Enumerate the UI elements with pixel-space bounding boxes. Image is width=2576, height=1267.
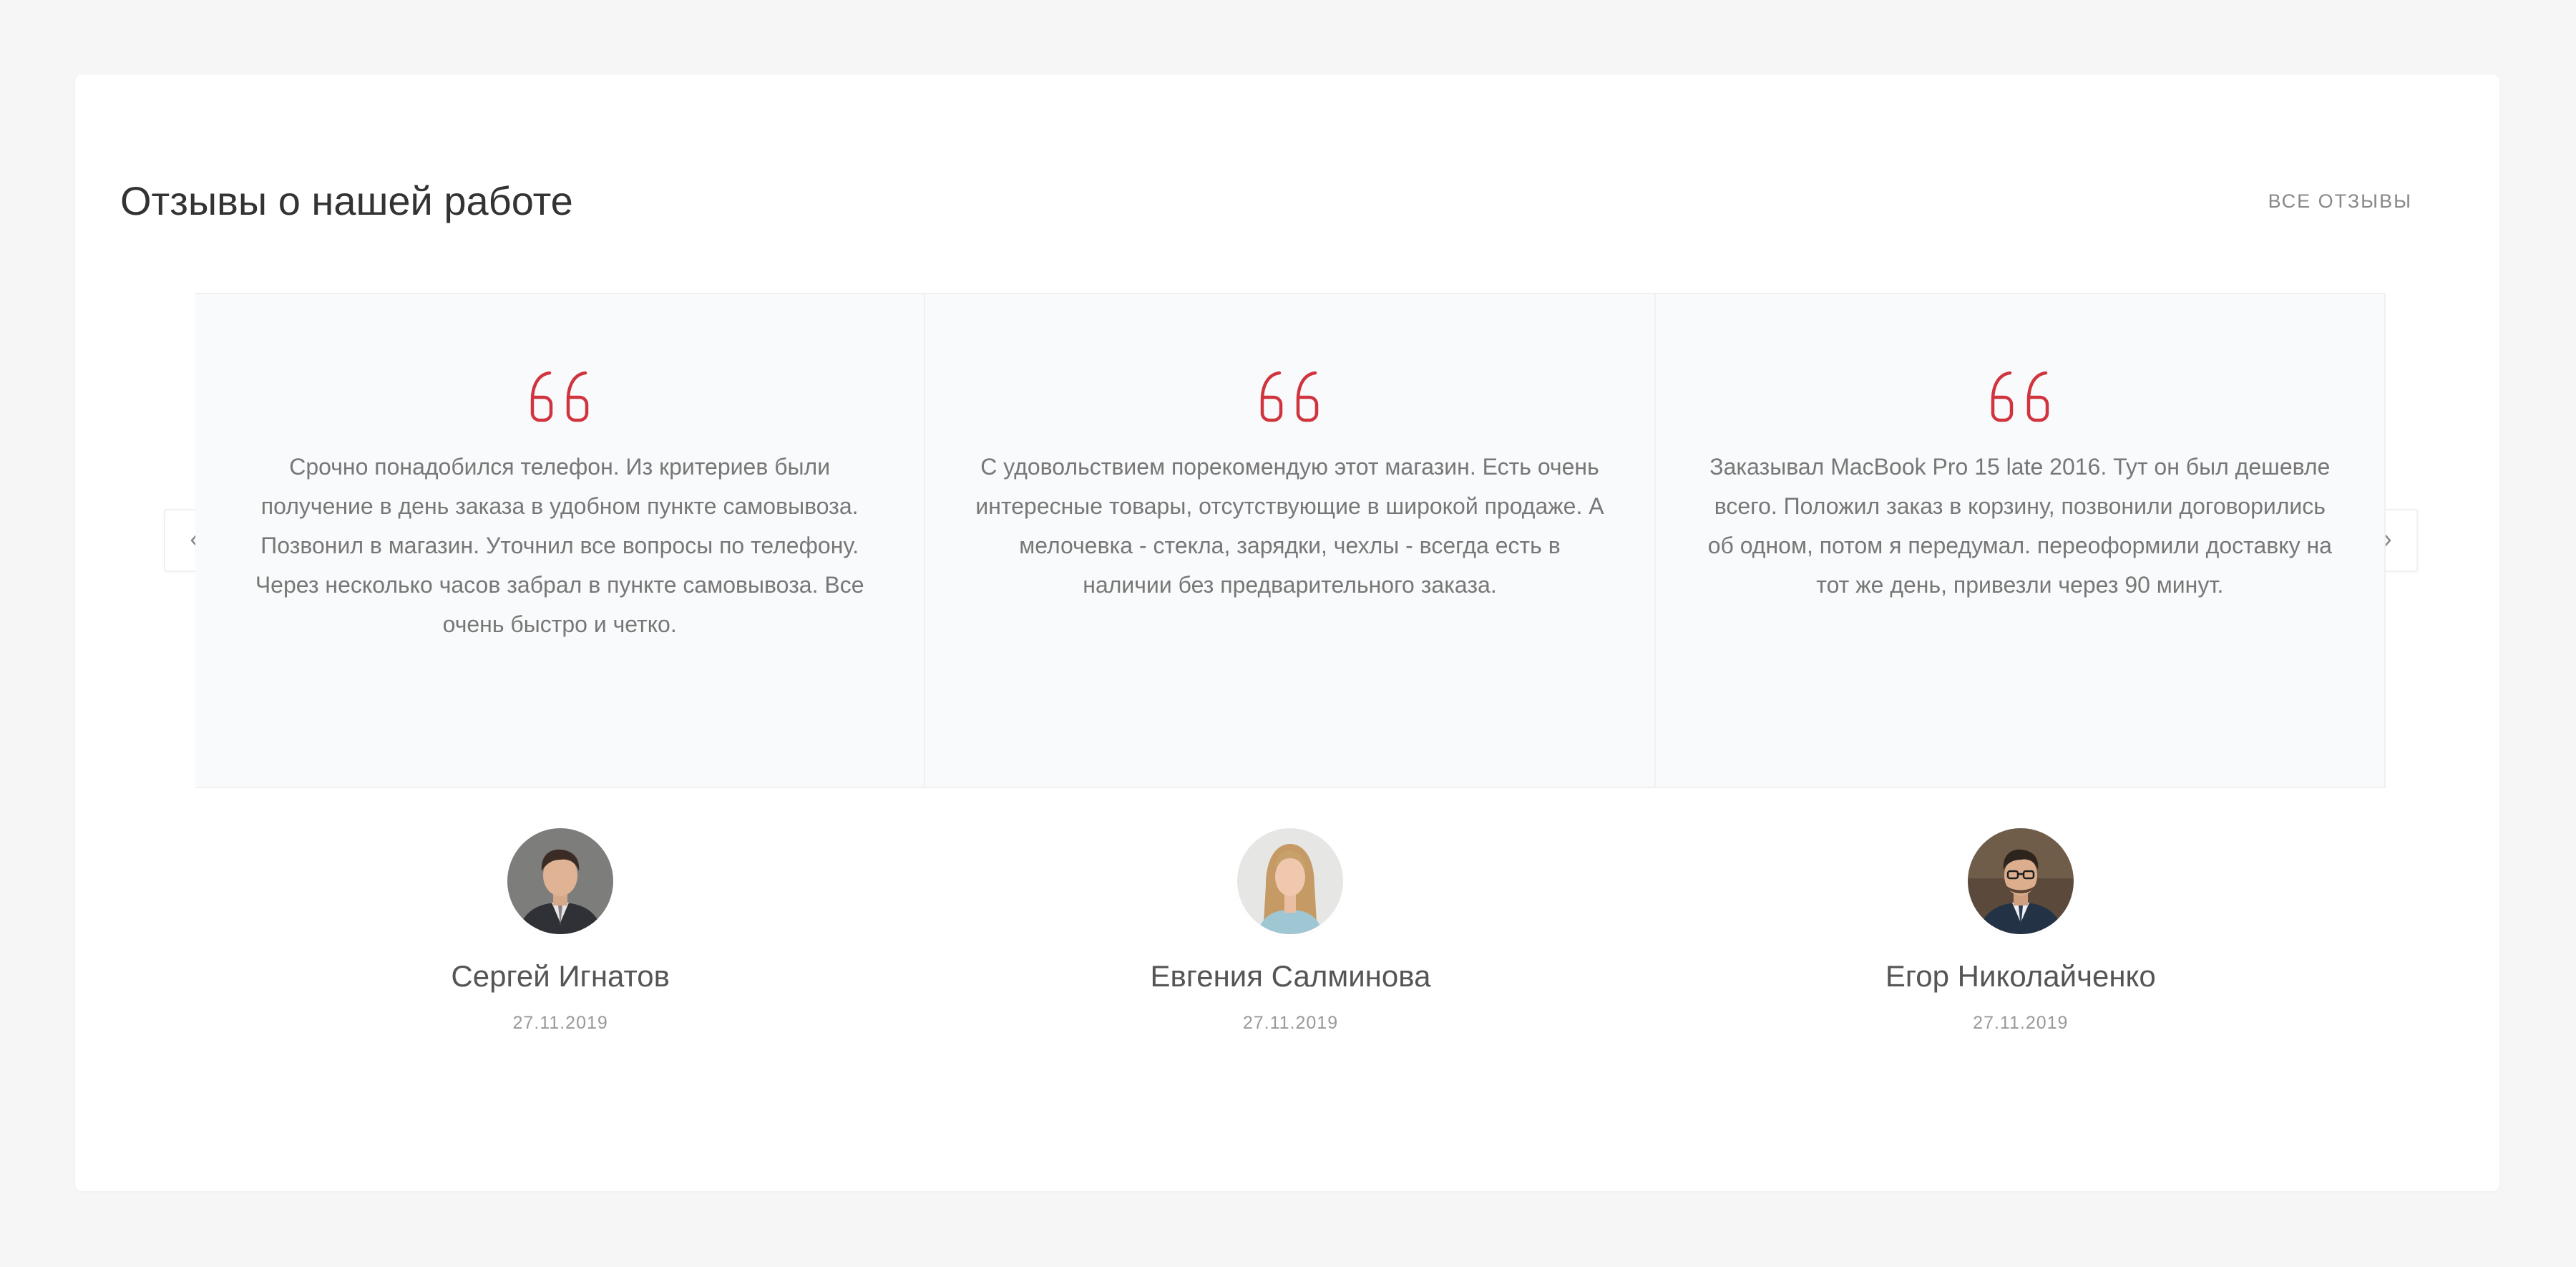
quote-icon	[1991, 371, 2049, 422]
review-date: 27.11.2019	[1242, 1013, 1339, 1033]
avatar	[507, 828, 614, 934]
author-name: Егор Николайченко	[1885, 959, 2156, 993]
quote-icon	[530, 371, 589, 422]
author-name: Сергей Игнатов	[451, 959, 670, 993]
review-date: 27.11.2019	[512, 1013, 608, 1033]
review-card: Срочно понадобился телефон. Из критериев…	[195, 294, 926, 787]
review-author: Евгения Салминова 27.11.2019	[925, 828, 1655, 1034]
review-text: Заказывал MacBook Pro 15 late 2016. Тут …	[1707, 454, 2332, 598]
avatar	[1967, 828, 2074, 934]
review-card: Заказывал MacBook Pro 15 late 2016. Тут …	[1656, 294, 2386, 787]
reviews-slider: Срочно понадобился телефон. Из критериев…	[195, 293, 2386, 1034]
review-card: С удовольствием порекомендую этот магази…	[925, 294, 1656, 787]
review-authors: Сергей Игнатов 27.11.2019 Евгения Салмин…	[195, 828, 2386, 1034]
review-text: Срочно понадобился телефон. Из критериев…	[255, 454, 864, 637]
review-author: Егор Николайченко 27.11.2019	[1656, 828, 2386, 1034]
review-cards: Срочно понадобился телефон. Из критериев…	[195, 293, 2386, 788]
quote-icon	[1261, 371, 1319, 422]
section-title: Отзывы о нашей работе	[120, 178, 573, 223]
avatar	[1237, 828, 1344, 934]
review-author: Сергей Игнатов 27.11.2019	[195, 828, 925, 1034]
author-name: Евгения Салминова	[1150, 959, 1431, 993]
all-reviews-link[interactable]: ВСЕ ОТЗЫВЫ	[2268, 189, 2412, 213]
review-text: С удовольствием порекомендую этот магази…	[975, 454, 1604, 598]
review-date: 27.11.2019	[1973, 1013, 2069, 1033]
